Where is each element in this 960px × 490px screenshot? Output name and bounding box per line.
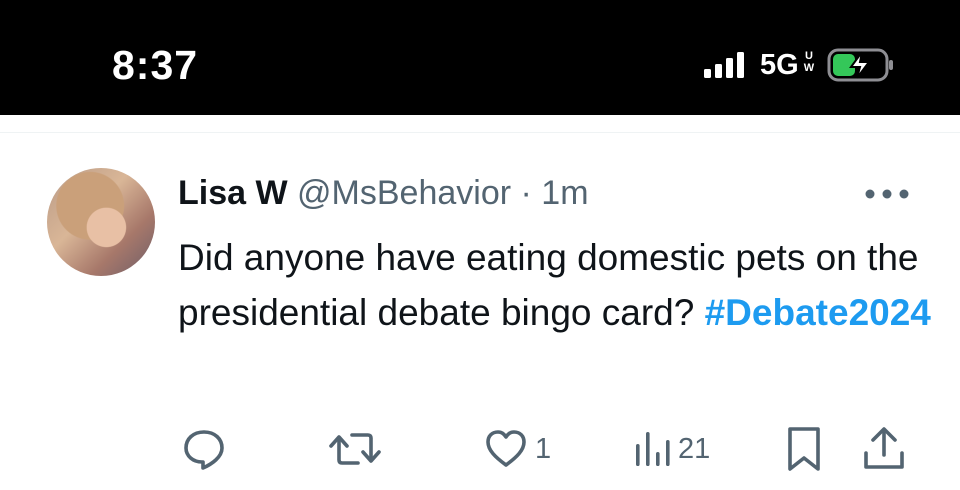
timestamp[interactable]: 1m: [541, 174, 588, 212]
hashtag-link[interactable]: #Debate2024: [705, 292, 931, 333]
reply-icon: [184, 430, 224, 470]
avatar[interactable]: [47, 168, 155, 276]
status-bar: 8:37 5G U W: [0, 0, 960, 115]
tweet-text: Did anyone have eating domestic pets on …: [178, 230, 938, 340]
bookmark-button[interactable]: [784, 424, 824, 474]
separator: ·: [520, 174, 532, 212]
like-button[interactable]: 1: [483, 424, 551, 474]
share-button[interactable]: [861, 424, 907, 474]
more-options-icon[interactable]: [864, 188, 910, 200]
network-badge: U W: [803, 50, 815, 74]
status-time: 8:37: [112, 42, 199, 88]
network-type: 5G: [760, 49, 799, 81]
views-count: 21: [678, 432, 711, 465]
display-name[interactable]: Lisa W: [178, 174, 288, 212]
share-icon: [864, 427, 904, 469]
like-count: 1: [535, 432, 552, 465]
signal-icon: [704, 52, 744, 78]
tweet-actions: 1 21: [0, 424, 960, 474]
heart-icon: [486, 430, 526, 467]
tweet-header: Lisa W @MsBehavior · 1m: [178, 174, 589, 218]
views-icon: [636, 432, 670, 466]
retweet-button[interactable]: [328, 424, 382, 474]
reply-button[interactable]: [181, 424, 227, 474]
retweet-icon: [329, 433, 381, 465]
battery-charging-icon: [827, 48, 893, 82]
views-button[interactable]: 21: [632, 424, 710, 474]
divider: [0, 132, 960, 133]
user-handle[interactable]: @MsBehavior: [297, 174, 511, 212]
bookmark-icon: [788, 427, 820, 471]
